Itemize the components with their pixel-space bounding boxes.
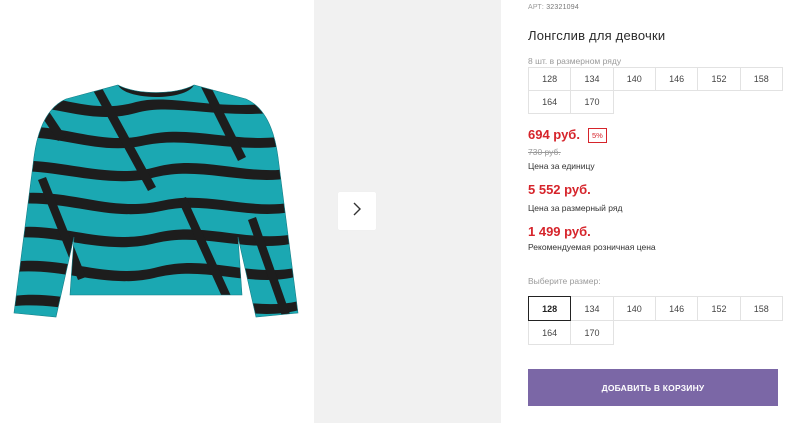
product-image[interactable] — [0, 0, 312, 423]
unit-price-label: Цена за единицу — [528, 161, 595, 171]
pack-note: 8 шт. в размерном ряду — [528, 56, 622, 66]
recommended-price-label: Рекомендуемая розничная цена — [528, 242, 656, 252]
size-option[interactable]: 146 — [654, 296, 699, 321]
gallery-next-panel — [314, 0, 501, 423]
product-title: Лонгслив для девочки — [528, 28, 666, 43]
pack-size: 128 — [528, 67, 572, 91]
size-option[interactable]: 134 — [570, 296, 614, 321]
pack-size: 146 — [654, 67, 699, 91]
sku: АРТ: 32321094 — [528, 4, 579, 11]
product-details: АРТ: 32321094 Лонгслив для девочки 8 шт.… — [528, 0, 790, 423]
old-price: 730 руб. — [528, 147, 561, 157]
size-option[interactable]: 152 — [697, 296, 741, 321]
pack-price: 5 552 руб. — [528, 182, 591, 197]
size-option-selected[interactable]: 128 — [528, 296, 572, 321]
pack-size: 164 — [528, 90, 572, 114]
pack-size: 152 — [697, 67, 741, 91]
size-option[interactable]: 170 — [570, 320, 614, 345]
sku-label: АРТ: — [528, 4, 545, 11]
size-selector: 128 134 140 146 152 158 164 170 — [528, 296, 783, 345]
chevron-right-icon — [351, 201, 363, 222]
longsleeve-image — [13, 84, 299, 317]
pack-size: 158 — [739, 67, 783, 91]
gallery-next-button[interactable] — [338, 192, 376, 230]
size-option[interactable]: 164 — [528, 320, 572, 345]
size-option[interactable]: 140 — [612, 296, 656, 321]
size-option[interactable]: 158 — [739, 296, 783, 321]
pack-size: 170 — [570, 90, 614, 114]
add-to-cart-button[interactable]: ДОБАВИТЬ В КОРЗИНУ — [528, 369, 778, 406]
pack-sizes-grid: 128 134 140 146 152 158 164 170 — [528, 67, 783, 114]
pack-size: 140 — [612, 67, 656, 91]
discount-badge: 5% — [588, 128, 607, 143]
sku-value: 32321094 — [546, 4, 579, 11]
choose-size-label: Выберите размер: — [528, 276, 601, 286]
unit-price: 694 руб. — [528, 127, 580, 142]
pack-price-label: Цена за размерный ряд — [528, 203, 623, 213]
recommended-price: 1 499 руб. — [528, 224, 591, 239]
pack-size: 134 — [570, 67, 614, 91]
